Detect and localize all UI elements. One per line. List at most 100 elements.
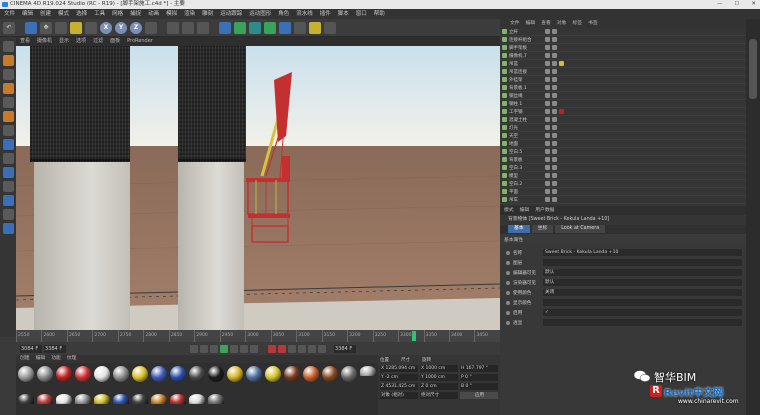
object-menu-item[interactable]: 文件 [510, 19, 520, 28]
go-to-start-icon[interactable] [190, 344, 198, 353]
object-name[interactable]: 地面 [509, 141, 543, 147]
menu-item[interactable]: 角色 [278, 9, 289, 19]
solo-icon[interactable] [2, 195, 14, 206]
enable-axis-icon[interactable] [2, 125, 14, 136]
viewport-menu-item[interactable]: 面板 [110, 37, 120, 46]
menu-item[interactable]: 运动跟踪 [220, 9, 242, 19]
coordinate-system-icon[interactable] [145, 21, 157, 34]
material-swatch[interactable] [208, 366, 224, 382]
material-swatch[interactable] [151, 393, 167, 404]
menu-item[interactable]: 窗口 [356, 9, 367, 19]
coord-mode-select[interactable]: 对象 (相对) [380, 392, 418, 399]
visibility-flag-icon[interactable] [545, 77, 550, 82]
apply-button[interactable]: 应用 [460, 392, 498, 399]
rot-p-field[interactable]: P 0 ° [460, 374, 498, 381]
attribute-menu-item[interactable]: 编辑 [520, 206, 530, 215]
enable-check-icon[interactable] [552, 157, 557, 162]
material-swatch[interactable] [94, 366, 110, 382]
material-menu-item[interactable]: 功能 [51, 355, 61, 363]
material-swatch[interactable] [94, 393, 110, 404]
menu-item[interactable]: 脚本 [338, 9, 349, 19]
playhead[interactable] [412, 331, 416, 341]
3d-viewport[interactable] [16, 46, 500, 330]
menu-item[interactable]: 工具 [94, 9, 105, 19]
object-name[interactable]: 工字钢 [509, 109, 543, 115]
object-menu-item[interactable]: 对象 [557, 19, 567, 28]
object-row[interactable]: 钢丝绳 [500, 92, 746, 100]
autokey-icon[interactable] [278, 344, 286, 353]
object-row[interactable]: 空白.5 [500, 148, 746, 156]
maximize-button[interactable]: ☐ [734, 0, 739, 9]
attribute-tab[interactable]: Look at Camera [555, 225, 606, 233]
material-swatch[interactable] [151, 366, 167, 382]
object-row[interactable]: 背景板.1 [500, 84, 746, 92]
menu-item[interactable]: 网格 [112, 9, 123, 19]
material-swatch[interactable] [56, 393, 72, 404]
material-swatch[interactable] [18, 366, 34, 382]
enable-check-icon[interactable] [552, 125, 557, 130]
visibility-flag-icon[interactable] [545, 133, 550, 138]
object-menu-item[interactable]: 书签 [588, 19, 598, 28]
animate-dot-icon[interactable] [506, 270, 510, 275]
camera-icon[interactable] [309, 21, 321, 34]
material-swatch[interactable] [56, 366, 72, 382]
material-swatch[interactable] [341, 366, 357, 382]
attribute-value[interactable] [543, 259, 742, 266]
floor-icon[interactable] [294, 21, 306, 34]
rot-b-field[interactable]: B 0 ° [460, 383, 498, 390]
viewport-menu-item[interactable]: 选项 [76, 37, 86, 46]
visibility-flag-icon[interactable] [545, 29, 550, 34]
object-name[interactable]: 外挂架 [509, 77, 543, 83]
object-name[interactable]: 吊篮 [509, 61, 543, 67]
object-row[interactable]: 钢柱.1 [500, 100, 746, 108]
material-swatch[interactable] [37, 393, 53, 404]
material-swatch[interactable] [132, 393, 148, 404]
next-frame-icon[interactable] [230, 344, 238, 353]
enable-check-icon[interactable] [552, 77, 557, 82]
object-row[interactable]: 平面 [500, 188, 746, 196]
material-swatch[interactable] [75, 393, 91, 404]
object-name[interactable]: 背景板 [509, 157, 543, 163]
enable-check-icon[interactable] [552, 37, 557, 42]
enable-check-icon[interactable] [552, 133, 557, 138]
visibility-flag-icon[interactable] [545, 69, 550, 74]
enable-check-icon[interactable] [552, 173, 557, 178]
material-swatch[interactable] [37, 366, 53, 382]
pos-z-field[interactable]: Z 4531.425 cm [380, 383, 418, 390]
menu-item[interactable]: 雕刻 [202, 9, 213, 19]
object-name[interactable]: 摄像机.7 [509, 53, 543, 59]
right-scrollbar[interactable] [746, 19, 760, 415]
visibility-flag-icon[interactable] [545, 149, 550, 154]
material-swatch[interactable] [18, 393, 34, 404]
cube-icon[interactable] [219, 21, 231, 34]
spline-icon[interactable] [279, 21, 291, 34]
size-x-field[interactable]: X 1000 cm [420, 365, 458, 372]
menu-item[interactable]: 选择 [76, 9, 87, 19]
edges-mode-icon[interactable] [2, 97, 14, 108]
material-swatch[interactable] [170, 366, 186, 382]
visibility-flag-icon[interactable] [545, 173, 550, 178]
menu-item[interactable]: 帮助 [374, 9, 385, 19]
visibility-flag-icon[interactable] [545, 101, 550, 106]
current-frame-field[interactable]: 3384 F [334, 344, 356, 353]
enable-check-icon[interactable] [552, 189, 557, 194]
scale-icon[interactable] [55, 21, 67, 34]
menu-item[interactable]: 动画 [148, 9, 159, 19]
attribute-value[interactable] [543, 299, 742, 306]
y-axis-button[interactable]: Y [115, 21, 127, 34]
z-axis-button[interactable]: Z [130, 21, 142, 34]
visibility-flag-icon[interactable] [545, 157, 550, 162]
material-swatch[interactable] [75, 366, 91, 382]
viewport-menu-item[interactable]: 摄像机 [37, 37, 52, 46]
array-icon[interactable] [249, 21, 261, 34]
polygons-mode-icon[interactable] [2, 111, 14, 122]
lock-workplane-icon[interactable] [2, 181, 14, 192]
attribute-menu-item[interactable]: 模式 [504, 206, 514, 215]
object-row[interactable]: 地面 [500, 140, 746, 148]
enable-check-icon[interactable] [552, 61, 557, 66]
object-name[interactable]: 混凝土柱 [509, 117, 543, 123]
object-row[interactable]: 空白.3 [500, 164, 746, 172]
recent-tool-icon[interactable] [85, 21, 97, 34]
menu-item[interactable]: 创建 [40, 9, 51, 19]
object-name[interactable]: 灯光 [509, 125, 543, 131]
